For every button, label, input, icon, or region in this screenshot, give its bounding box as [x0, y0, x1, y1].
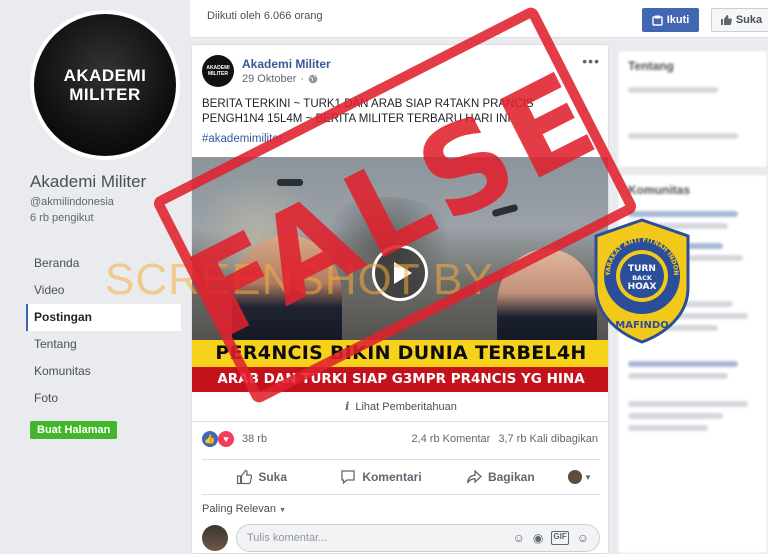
blurred-line: [628, 401, 748, 407]
blurred-line: [628, 425, 708, 431]
reaction-summary[interactable]: 👍 ♥ 38 rb: [202, 431, 267, 447]
thumbs-up-icon: [237, 469, 253, 485]
comment-icon: [341, 470, 355, 485]
share-label: Bagikan: [487, 470, 535, 484]
blurred-line: [628, 255, 743, 261]
comment-sort-dropdown[interactable]: Paling Relevan ▼: [202, 503, 286, 515]
avatar-line-1: AKADEMI: [63, 66, 147, 85]
comment-tools: ☺ ◉ GIF ☺: [513, 531, 599, 545]
video-headline-top: PER4NCIS BIKIN DUNIA TERBEL4H: [192, 340, 608, 367]
post-author-avatar[interactable]: AKADEMI MILITER: [202, 55, 234, 87]
blurred-line: [628, 211, 738, 217]
commenter-avatar: [202, 525, 228, 551]
post-action-bar: Suka Komentari Bagikan ▼: [202, 459, 600, 495]
blurred-line: [628, 361, 738, 367]
thumbs-up-icon: [720, 15, 732, 25]
chevron-down-icon: ▼: [584, 472, 592, 482]
page-header-bar: Diikuti oleh 6.066 orang Ikuti Suka: [190, 0, 768, 38]
post-sep: ·: [300, 73, 305, 85]
info-icon: i: [345, 400, 350, 413]
page-nav: Beranda Video Postingan Tentang Komunita…: [26, 250, 181, 412]
video-headline-bottom: ARAB DAN TURKI SIAP G3MPR PR4NCIS YG HIN…: [192, 367, 608, 392]
react-as-selector[interactable]: ▼: [560, 470, 600, 484]
blurred-line: [628, 133, 738, 139]
nav-item-video[interactable]: Video: [26, 277, 181, 304]
avatar-line-2: MILITER: [69, 85, 141, 104]
globe-icon: [308, 74, 318, 84]
follow-button-label: Ikuti: [666, 14, 690, 26]
post-hashtag[interactable]: #akademimiliter: [202, 133, 283, 145]
gif-icon[interactable]: GIF: [551, 531, 569, 545]
post-avatar-line-2: MILITER: [208, 71, 228, 77]
emoji-icon[interactable]: ☺: [513, 531, 525, 545]
nav-item-tentang[interactable]: Tentang: [26, 331, 181, 358]
comment-sort-label: Paling Relevan: [202, 503, 276, 515]
see-notice-label: Lihat Pemberitahuan: [355, 400, 457, 413]
blurred-line: [628, 313, 748, 319]
page-avatar[interactable]: AKADEMI MILITER: [30, 10, 180, 160]
blurred-line: [628, 87, 718, 93]
comment-button[interactable]: Komentari: [321, 469, 440, 485]
blurred-line: [628, 223, 728, 229]
nav-item-postingan[interactable]: Postingan: [26, 304, 181, 331]
love-reaction-icon: ♥: [218, 431, 234, 447]
sticker-icon[interactable]: ☺: [577, 531, 589, 545]
post-author[interactable]: Akademi Militer: [242, 57, 331, 71]
nav-item-foto[interactable]: Foto: [26, 385, 181, 412]
post-text: BERITA TERKINI ~ TURK1 DAN ARAB SIAP R4T…: [202, 98, 534, 125]
like-reaction-icon: 👍: [202, 431, 218, 447]
see-notice-link[interactable]: i Lihat Pemberitahuan: [192, 392, 608, 422]
page-name[interactable]: Akademi Militer: [30, 172, 146, 192]
fighter-jet-icon: [277, 179, 303, 186]
post-date-text: 29 Oktober: [242, 73, 297, 85]
right-sidebar: Tentang Komunitas: [617, 44, 768, 554]
like-post-button[interactable]: Suka: [202, 469, 321, 485]
post-timestamp[interactable]: 29 Oktober ·: [242, 73, 318, 85]
share-icon: [466, 469, 482, 484]
blurred-line: [628, 373, 728, 379]
create-page-button[interactable]: Buat Halaman: [30, 421, 118, 439]
comment-input[interactable]: Tulis komentar... ☺ ◉ GIF ☺: [236, 524, 600, 552]
like-post-label: Suka: [258, 470, 287, 484]
post-stats: 2,4 rb Komentar 3,7 rb Kali dibagikan: [411, 433, 598, 445]
play-button-icon[interactable]: [372, 245, 428, 301]
blurred-line: [628, 301, 733, 307]
viewer-avatar: [568, 470, 583, 484]
comments-count[interactable]: 2,4 rb Komentar: [411, 433, 490, 445]
nav-item-komunitas[interactable]: Komunitas: [26, 358, 181, 385]
comment-composer: Tulis komentar... ☺ ◉ GIF ☺: [202, 523, 600, 553]
shares-count[interactable]: 3,7 rb Kali dibagikan: [498, 433, 598, 445]
chevron-down-icon: ▼: [279, 507, 286, 514]
blurred-line: [628, 413, 723, 419]
like-page-label: Suka: [735, 14, 763, 26]
page-handle[interactable]: @akmilindonesia: [30, 196, 114, 208]
page-followers: 6 rb pengikut: [30, 212, 94, 224]
blurred-line: [628, 325, 718, 331]
video-thumbnail[interactable]: PER4NCIS BIKIN DUNIA TERBEL4H ARAB DAN T…: [192, 157, 608, 392]
about-card: Tentang: [617, 50, 768, 168]
followed-by-text: Diikuti oleh 6.066 orang: [207, 10, 323, 22]
community-card: Komunitas: [617, 174, 768, 554]
post-options-icon[interactable]: •••: [582, 53, 600, 69]
left-column: AKADEMI MILITER Akademi Militer @akmilin…: [0, 0, 190, 554]
about-card-title: Tentang: [628, 59, 674, 73]
page-avatar-logo: AKADEMI MILITER: [34, 14, 176, 156]
comment-label: Komentari: [362, 470, 422, 484]
comment-placeholder: Tulis komentar...: [247, 532, 328, 544]
reaction-count: 38 rb: [242, 433, 268, 445]
thumbnail-person-left: [232, 235, 342, 355]
nav-item-beranda[interactable]: Beranda: [26, 250, 181, 277]
like-page-button[interactable]: Suka: [711, 8, 768, 32]
blurred-line: [628, 243, 723, 249]
camera-icon[interactable]: ◉: [533, 531, 543, 545]
follow-button[interactable]: Ikuti: [642, 8, 699, 32]
follow-icon: [651, 15, 663, 26]
community-card-title: Komunitas: [628, 183, 691, 197]
post-card: AKADEMI MILITER Akademi Militer 29 Oktob…: [191, 44, 609, 554]
share-button[interactable]: Bagikan: [441, 469, 560, 485]
fighter-jet-icon: [491, 203, 519, 218]
